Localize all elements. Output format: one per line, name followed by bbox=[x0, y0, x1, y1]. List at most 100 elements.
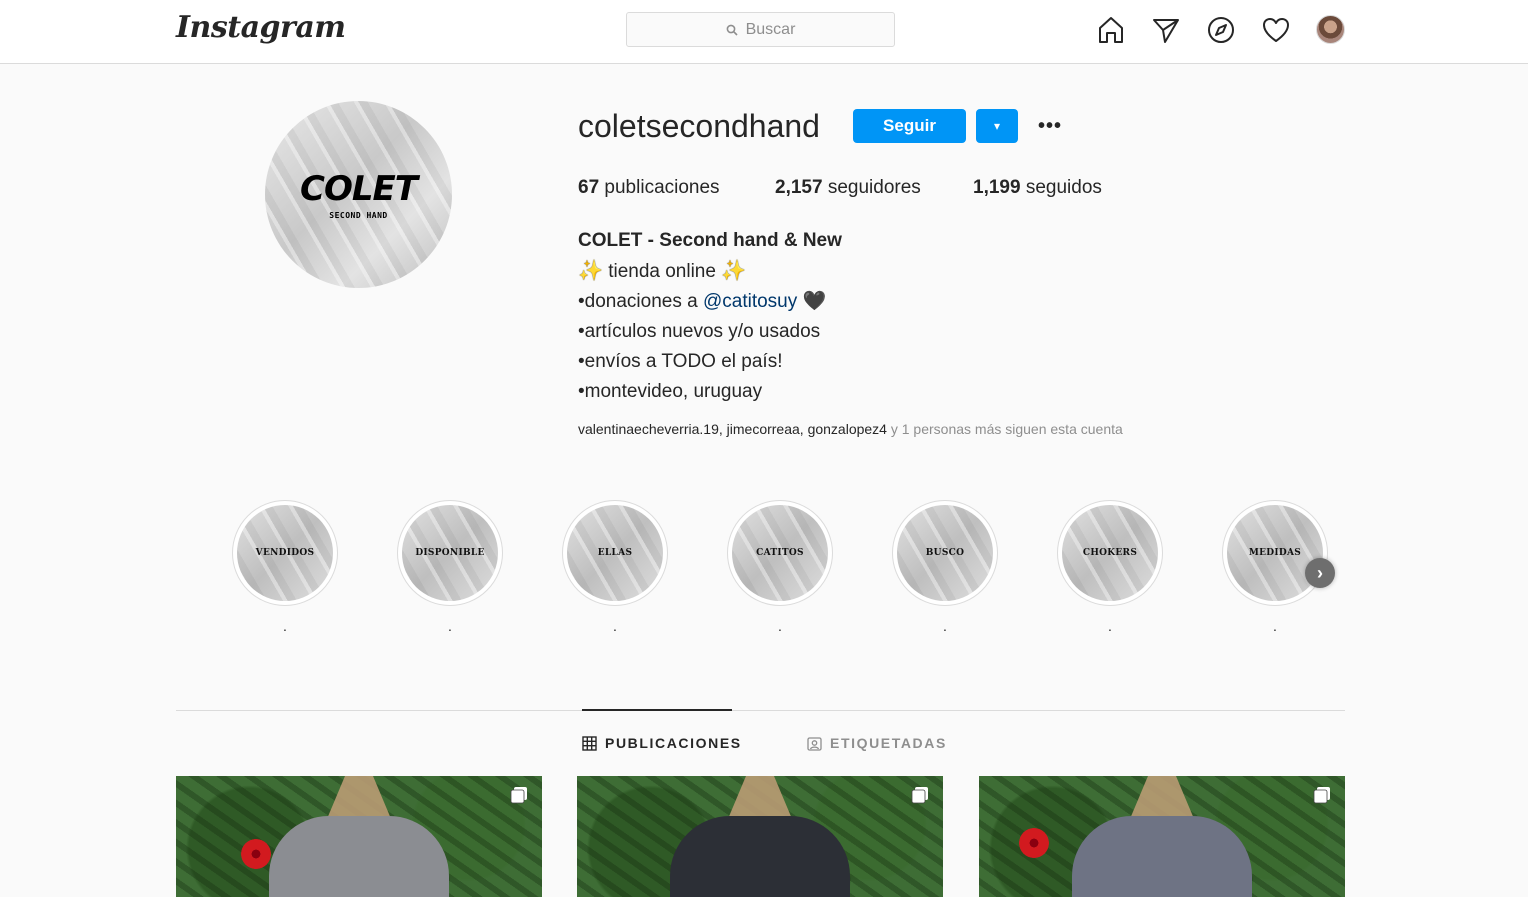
compass-icon bbox=[1208, 17, 1234, 43]
highlight-cover: BUSCO bbox=[892, 500, 998, 606]
highlight-caption: . bbox=[1108, 618, 1112, 634]
highlight-image: CHOKERS bbox=[1062, 505, 1158, 601]
flower-image bbox=[241, 839, 271, 869]
following-count-label: seguidos bbox=[1025, 177, 1102, 198]
highlights-next-button[interactable]: › bbox=[1305, 558, 1335, 588]
highlight-cover-text: BUSCO bbox=[925, 548, 965, 558]
posts-count-value: 67 bbox=[578, 177, 600, 198]
bio-name: COLET - Second hand & New bbox=[578, 230, 842, 251]
post-thumbnail[interactable] bbox=[979, 776, 1345, 897]
bio-line-1: ✨ tienda online ✨ bbox=[578, 256, 842, 287]
highlight-cover: VENDIDOS bbox=[232, 500, 338, 606]
highlight-cover: DISPONIBLE bbox=[397, 500, 503, 606]
highlight-cover-text: MEDIDAS bbox=[1248, 548, 1302, 558]
followers-count-value: 2,157 bbox=[775, 177, 823, 198]
story-highlight[interactable]: DISPONIBLE. bbox=[397, 500, 503, 634]
garment-image bbox=[269, 816, 449, 897]
bio-mention-link[interactable]: @catitosuy bbox=[703, 291, 797, 312]
followers-link[interactable]: 2,157 seguidores bbox=[775, 177, 921, 199]
followed-by-text[interactable]: valentinaecheverria.19, jimecorreaa, gon… bbox=[578, 421, 1123, 437]
story-highlight[interactable]: CATITOS. bbox=[727, 500, 833, 634]
sparkle-icon: ✨ bbox=[721, 260, 747, 282]
highlight-cover-text: VENDIDOS bbox=[255, 548, 315, 558]
black-heart-icon: 🖤 bbox=[802, 291, 827, 312]
highlight-cover: CHOKERS bbox=[1057, 500, 1163, 606]
highlight-cover-text: CHOKERS bbox=[1082, 548, 1138, 558]
posts-count-label: publicaciones bbox=[604, 177, 720, 198]
multiple-images-icon bbox=[911, 787, 928, 804]
bio-line-2: •donaciones a @catitosuy 🖤 bbox=[578, 287, 842, 317]
search-icon bbox=[726, 24, 738, 36]
highlight-image: VENDIDOS bbox=[237, 505, 333, 601]
story-highlight[interactable]: ELLAS. bbox=[562, 500, 668, 634]
tab-posts[interactable]: PUBLICACIONES bbox=[582, 735, 742, 751]
garment-image bbox=[670, 816, 850, 897]
story-highlight[interactable]: BUSCO. bbox=[892, 500, 998, 634]
posts-count: 67 publicaciones bbox=[578, 177, 720, 199]
search-input[interactable]: Buscar bbox=[626, 12, 895, 47]
suggestions-dropdown-button[interactable]: ▾ bbox=[976, 109, 1018, 143]
highlight-image: ELLAS bbox=[567, 505, 663, 601]
search-placeholder: Buscar bbox=[745, 20, 796, 38]
highlight-image: CATITOS bbox=[732, 505, 828, 601]
profile-username: coletsecondhand bbox=[578, 108, 820, 144]
post-thumbnail[interactable] bbox=[176, 776, 542, 897]
highlight-image: MEDIDAS bbox=[1227, 505, 1323, 601]
multiple-images-icon bbox=[510, 787, 527, 804]
tabs-divider bbox=[176, 710, 1345, 711]
profile-bio: COLET - Second hand & New ✨ tienda onlin… bbox=[578, 226, 842, 407]
post-thumbnail[interactable] bbox=[577, 776, 943, 897]
more-options-button[interactable]: ••• bbox=[1034, 112, 1066, 140]
multiple-images-icon bbox=[1313, 787, 1330, 804]
bio-line-4: •envíos a TODO el país! bbox=[578, 351, 783, 372]
highlight-caption: . bbox=[1273, 618, 1277, 634]
profile-picture-subtitle: SECOND HAND bbox=[329, 211, 388, 220]
heart-icon bbox=[1263, 18, 1289, 42]
highlight-cover-text: DISPONIBLE bbox=[415, 548, 485, 558]
bio-line-1-text: tienda online bbox=[608, 261, 716, 282]
story-highlight[interactable]: VENDIDOS. bbox=[232, 500, 338, 634]
highlight-cover-text: CATITOS bbox=[756, 548, 804, 558]
story-highlight[interactable]: CHOKERS. bbox=[1057, 500, 1163, 634]
highlight-cover-text: ELLAS bbox=[597, 548, 633, 558]
sparkle-icon: ✨ bbox=[578, 260, 603, 282]
highlight-cover: MEDIDAS bbox=[1222, 500, 1328, 606]
followed-by-users: valentinaecheverria.19, jimecorreaa, gon… bbox=[578, 421, 887, 437]
highlight-image: DISPONIBLE bbox=[402, 505, 498, 601]
highlight-image: BUSCO bbox=[897, 505, 993, 601]
home-button[interactable] bbox=[1095, 14, 1127, 46]
follow-button[interactable]: Seguir bbox=[853, 109, 966, 143]
garment-image bbox=[1072, 816, 1252, 897]
bio-line-5: •montevideo, uruguay bbox=[578, 381, 763, 402]
bio-line-3: •artículos nuevos y/o usados bbox=[578, 321, 821, 342]
highlight-caption: . bbox=[448, 618, 452, 634]
tab-tagged-label: ETIQUETADAS bbox=[830, 735, 947, 751]
highlight-cover: CATITOS bbox=[727, 500, 833, 606]
grid-icon bbox=[582, 735, 597, 751]
paper-plane-icon bbox=[1153, 19, 1179, 43]
followers-count-label: seguidores bbox=[827, 177, 921, 198]
highlight-caption: . bbox=[613, 618, 617, 634]
activity-button[interactable] bbox=[1260, 14, 1292, 46]
profile-picture-logo-text: COLET bbox=[300, 169, 418, 209]
active-tab-indicator bbox=[582, 709, 732, 711]
instagram-logo[interactable]: Instagram bbox=[176, 10, 346, 45]
tab-tagged[interactable]: ETIQUETADAS bbox=[807, 735, 947, 751]
tab-posts-label: PUBLICACIONES bbox=[605, 735, 742, 751]
highlight-caption: . bbox=[778, 618, 782, 634]
flower-image bbox=[1019, 828, 1049, 858]
highlight-caption: . bbox=[283, 618, 287, 634]
home-icon bbox=[1099, 17, 1123, 43]
top-navigation-bar: Instagram Buscar bbox=[0, 0, 1528, 64]
tagged-person-icon bbox=[807, 736, 822, 751]
profile-avatar-button[interactable] bbox=[1316, 15, 1345, 44]
explore-button[interactable] bbox=[1205, 14, 1237, 46]
highlight-caption: . bbox=[943, 618, 947, 634]
bio-line-2-text: •donaciones a bbox=[578, 291, 698, 312]
followed-by-rest: y 1 personas más siguen esta cuenta bbox=[890, 421, 1123, 437]
highlight-cover: ELLAS bbox=[562, 500, 668, 606]
profile-picture[interactable]: COLET SECOND HAND bbox=[265, 101, 452, 288]
following-link[interactable]: 1,199 seguidos bbox=[973, 177, 1102, 199]
direct-messages-button[interactable] bbox=[1150, 14, 1182, 46]
following-count-value: 1,199 bbox=[973, 177, 1021, 198]
